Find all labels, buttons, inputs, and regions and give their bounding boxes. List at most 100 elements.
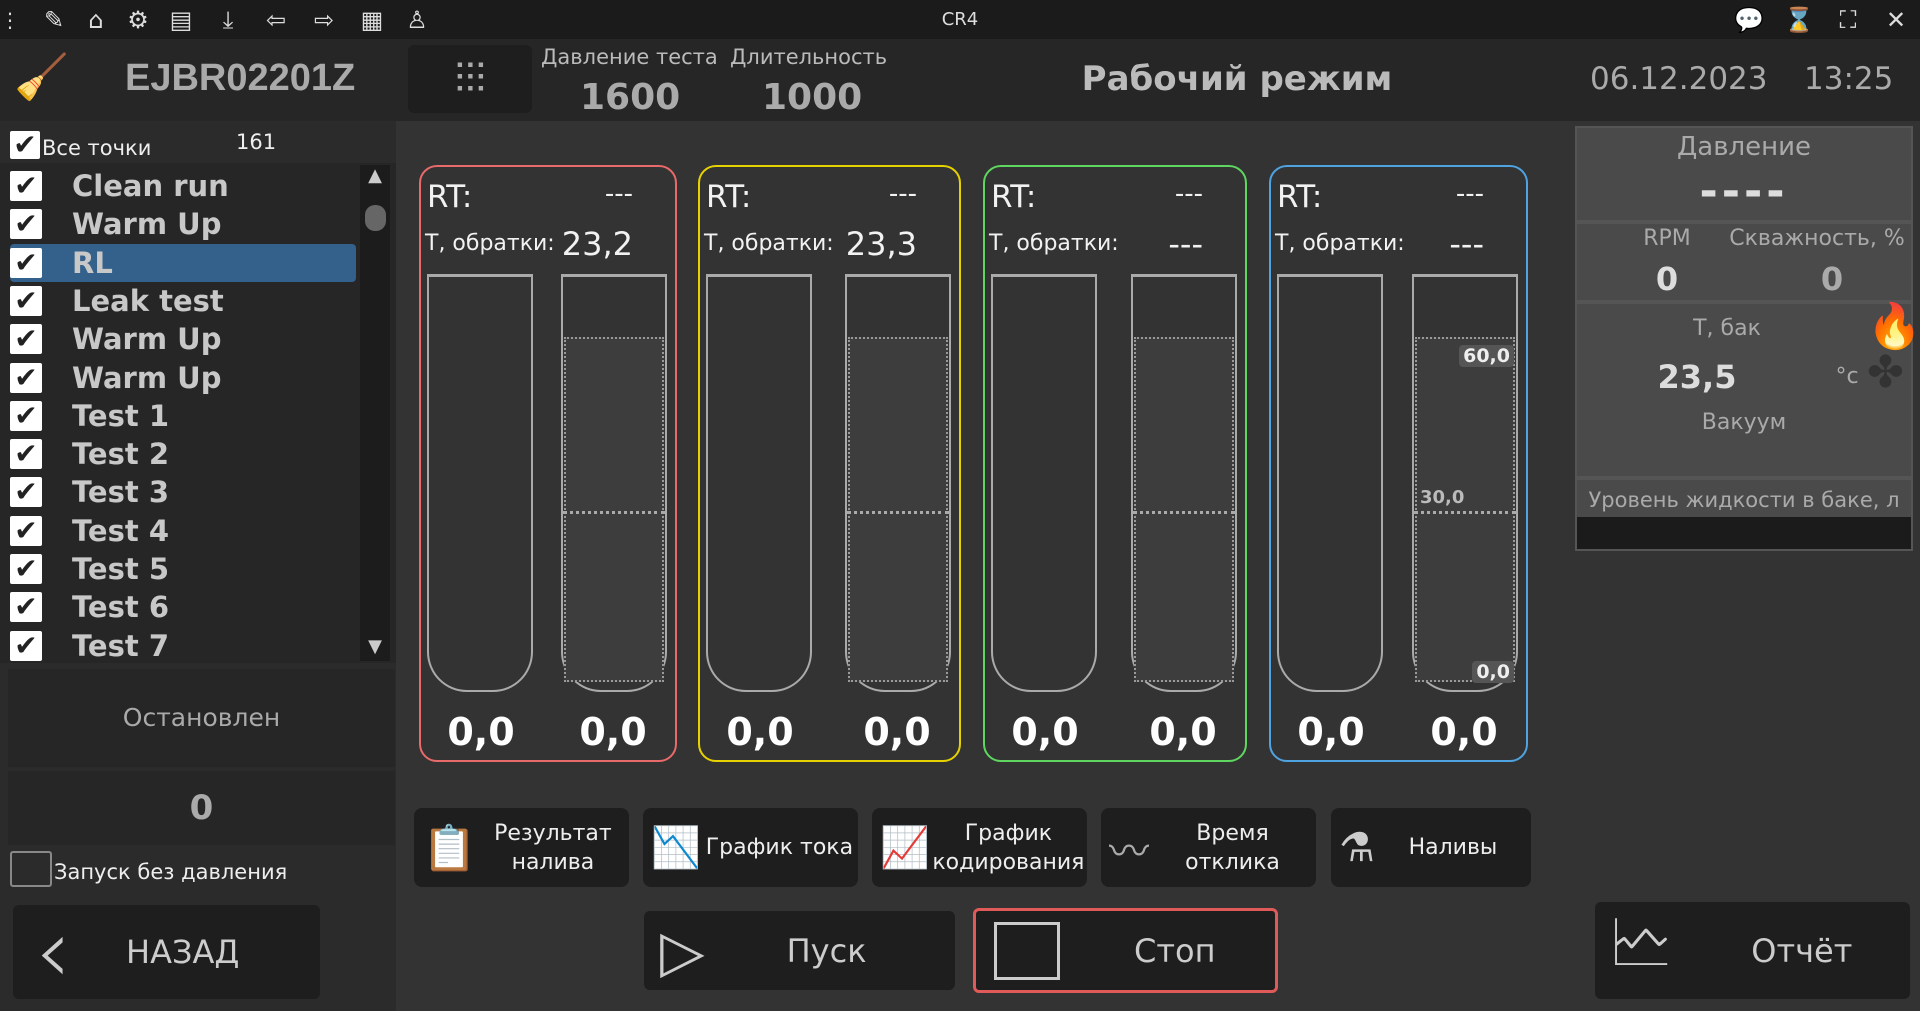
- toolbox-icon[interactable]: ▤: [165, 4, 197, 36]
- pencil-icon[interactable]: ✎: [38, 4, 70, 36]
- mid-line: [1414, 511, 1516, 514]
- clipboard-icon[interactable]: ▦: [356, 4, 388, 36]
- test-pressure-label: Давление теста: [541, 45, 718, 69]
- chat-icon[interactable]: 💬: [1733, 4, 1765, 36]
- left-value: 0,0: [447, 710, 515, 754]
- checkbox-checked-icon[interactable]: ✔: [10, 171, 42, 201]
- checkbox-checked-icon[interactable]: ✔: [10, 285, 42, 316]
- report-label: Отчёт: [1751, 931, 1853, 970]
- test-list-item[interactable]: ✔ Test 7: [10, 627, 356, 665]
- menu-dots-icon[interactable]: ⋮: [0, 4, 20, 36]
- rt-value: ---: [604, 179, 633, 209]
- worker-icon[interactable]: ♙: [401, 4, 433, 36]
- no-pressure-checkbox[interactable]: Запуск без давления: [10, 851, 287, 887]
- coding-chart-button[interactable]: 📈 График кодирования: [872, 808, 1087, 887]
- test-list-item[interactable]: ✔ Test 3: [10, 473, 356, 511]
- checkbox-checked-icon[interactable]: ✔: [10, 362, 42, 393]
- checkbox-checked-icon[interactable]: ✔: [10, 554, 42, 584]
- test-list-item[interactable]: ✔ Warm Up: [10, 205, 356, 243]
- checkbox-checked-icon[interactable]: ✔: [10, 630, 42, 661]
- scale-label-min: 0,0: [1472, 661, 1514, 683]
- test-item-label: Test 2: [72, 437, 169, 472]
- rt-value: ---: [1455, 179, 1484, 209]
- scrollbar[interactable]: ▲ ▼: [360, 165, 390, 661]
- right-value: 0,0: [579, 710, 647, 754]
- test-list-item[interactable]: ✔ Clean run: [10, 167, 356, 205]
- rpm-duty-panel: RPM Скважность, % 0 0: [1575, 222, 1913, 302]
- export-icon[interactable]: ⇨: [308, 4, 340, 36]
- test-list: ▲ ▼ ✔ Clean run ✔ Warm Up ✔ RL ✔ Leak test ✔ Warm…: [0, 163, 396, 663]
- fill-result-button[interactable]: 📋 Результат налива: [414, 808, 629, 887]
- test-list-item[interactable]: ✔ Leak test: [10, 282, 356, 320]
- test-item-label: Test 6: [72, 590, 169, 625]
- fills-label: Наливы: [1408, 835, 1498, 860]
- range-band: [1415, 337, 1515, 682]
- test-list-item[interactable]: ✔ Test 6: [10, 588, 356, 626]
- channel-card: RT: --- Т, обратки: --- 60,0 30,0 0,0 0,…: [1269, 165, 1528, 762]
- test-item-label: Test 5: [72, 552, 169, 586]
- checklist-icon: 📋: [422, 822, 477, 874]
- test-list-item[interactable]: ✔ Test 5: [10, 550, 356, 588]
- checkbox-checked-icon[interactable]: ✔: [10, 477, 42, 508]
- right-tube-gauge: [845, 274, 951, 692]
- no-pressure-label: Запуск без давления: [54, 860, 288, 884]
- fills-button[interactable]: ⚗ Наливы: [1331, 808, 1531, 887]
- download-icon[interactable]: ⤓: [212, 4, 244, 36]
- scroll-thumb[interactable]: [365, 205, 386, 231]
- tank-level-label: Уровень жидкости в баке, л: [1588, 488, 1900, 512]
- test-item-label: RL: [72, 245, 113, 280]
- import-icon[interactable]: ⇦: [260, 4, 292, 36]
- mid-line: [847, 511, 949, 514]
- fullscreen-icon[interactable]: ⛶: [1832, 4, 1864, 36]
- broom-icon[interactable]: 🧹: [14, 51, 69, 103]
- checkbox-checked-icon[interactable]: ✔: [10, 400, 42, 431]
- left-value: 0,0: [1297, 710, 1365, 754]
- rt-label: RT:: [706, 179, 752, 215]
- close-icon[interactable]: ✕: [1880, 4, 1912, 36]
- current-chart-button[interactable]: 📉 График тока: [643, 808, 858, 887]
- gear-icon[interactable]: ⚙: [122, 4, 154, 36]
- back-button[interactable]: ‹ НАЗАД: [13, 905, 320, 999]
- test-item-label: Clean run: [72, 169, 229, 203]
- report-button[interactable]: 🗠 Отчёт: [1595, 902, 1910, 999]
- checkbox-checked-icon[interactable]: ✔: [10, 515, 42, 546]
- test-list-item[interactable]: ✔ RL: [10, 243, 356, 282]
- pressure-label: Давление: [1676, 132, 1812, 162]
- range-band: [1134, 337, 1234, 682]
- channel-card: RT: --- Т, обратки: 23,2 0,0 0,0: [419, 165, 677, 762]
- checkbox-checked-icon: ✔: [10, 131, 40, 159]
- checkbox-checked-icon[interactable]: ✔: [10, 324, 42, 355]
- checkbox-checked-icon[interactable]: ✔: [10, 592, 42, 623]
- mode-title: Рабочий режим: [1081, 59, 1393, 99]
- right-value: 0,0: [1430, 710, 1498, 754]
- return-temp-value: ---: [1168, 225, 1203, 263]
- test-list-item[interactable]: ✔ Test 4: [10, 512, 356, 550]
- rt-value: ---: [1174, 179, 1203, 209]
- settings-sliders-button[interactable]: ⫶⫶⫶: [408, 45, 532, 113]
- test-list-item[interactable]: ✔ Test 2: [10, 435, 356, 473]
- scroll-up-icon[interactable]: ▲: [360, 165, 390, 186]
- scroll-down-icon[interactable]: ▼: [360, 636, 390, 657]
- scale-label-max: 60,0: [1459, 345, 1514, 367]
- test-list-item[interactable]: ✔ Warm Up: [10, 359, 356, 397]
- checkbox-checked-icon[interactable]: ✔: [10, 439, 42, 470]
- checkbox-checked-icon[interactable]: ✔: [10, 209, 42, 240]
- stop-button[interactable]: Стоп: [973, 908, 1278, 993]
- return-temp-value: ---: [1449, 225, 1484, 263]
- left-value: 0,0: [1011, 710, 1079, 754]
- test-list-item[interactable]: ✔ Test 1: [10, 397, 356, 435]
- all-points-checkbox[interactable]: ✔ Все точки: [10, 130, 151, 160]
- checkbox-unchecked-icon: [10, 851, 52, 887]
- left-value: 0,0: [726, 710, 794, 754]
- test-list-item[interactable]: ✔ Warm Up: [10, 320, 356, 358]
- start-button[interactable]: ▷ Пуск: [644, 911, 955, 990]
- response-time-button[interactable]: 〰 Время отклика: [1101, 808, 1316, 887]
- title-bar: CR4 ⋮ ✎ ⌂ ⚙ ▤ ⤓ ⇦ ⇨ ▦ ♙ 💬 ⌛ ⛶ ✕: [0, 0, 1920, 39]
- hourglass-icon[interactable]: ⌛: [1783, 4, 1815, 36]
- response-time-icon: 〰: [1109, 828, 1149, 875]
- right-value: 0,0: [1149, 710, 1217, 754]
- checkbox-checked-icon[interactable]: ✔: [10, 247, 42, 278]
- start-label: Пуск: [786, 931, 867, 970]
- return-temp-value: 23,2: [561, 225, 633, 263]
- home-icon[interactable]: ⌂: [80, 4, 112, 36]
